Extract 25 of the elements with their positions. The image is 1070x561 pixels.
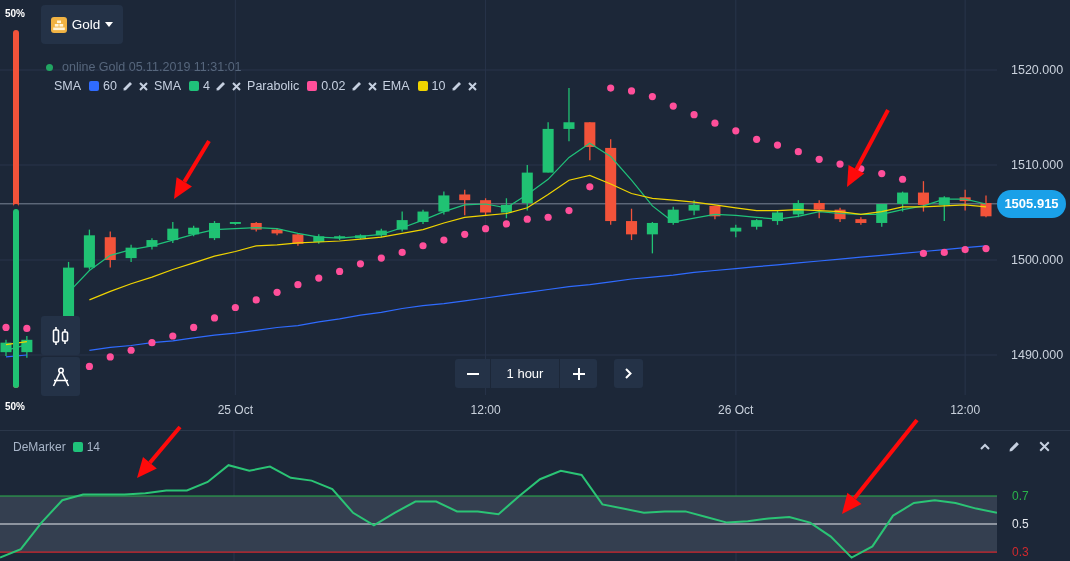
price-axis-label: 1510.000 xyxy=(1011,157,1064,173)
indicator-value: 10 xyxy=(431,78,446,94)
indicator-value: 0.02 xyxy=(321,78,346,94)
oscillator-axis-label: 0.7 xyxy=(1012,489,1029,503)
time-axis-label: 12:00 xyxy=(470,403,501,418)
indicator-name: Parabolic xyxy=(247,78,300,94)
indicator-name: SMA xyxy=(154,78,182,94)
price-axis-label: 1520.000 xyxy=(1011,62,1064,78)
price-axis-label: 1500.000 xyxy=(1011,252,1064,268)
current-price-badge: 1505.915 xyxy=(997,189,1066,218)
time-axis-label: 12:00 xyxy=(950,403,981,418)
percentage-label: 50% xyxy=(5,401,25,413)
indicator-value: 60 xyxy=(103,78,117,94)
time-axis-label: 25 Oct xyxy=(217,403,254,418)
price-axis-label: 1490.000 xyxy=(1011,347,1064,363)
time-axis-label: 26 Oct xyxy=(718,403,754,418)
status-text: online Gold 05.11.2019 11:31:01 xyxy=(62,59,242,75)
indicator-name: SMA xyxy=(54,78,82,94)
indicator-value: 4 xyxy=(203,78,211,94)
percentage-label: 50% xyxy=(5,8,25,20)
indicator-name: EMA xyxy=(382,78,410,94)
oscillator-name: DeMarker xyxy=(13,439,66,455)
oscillator-axis-label: 0.5 xyxy=(1012,517,1029,531)
oscillator-value: 14 xyxy=(86,439,101,455)
oscillator-axis-label: 0.3 xyxy=(1012,545,1029,560)
